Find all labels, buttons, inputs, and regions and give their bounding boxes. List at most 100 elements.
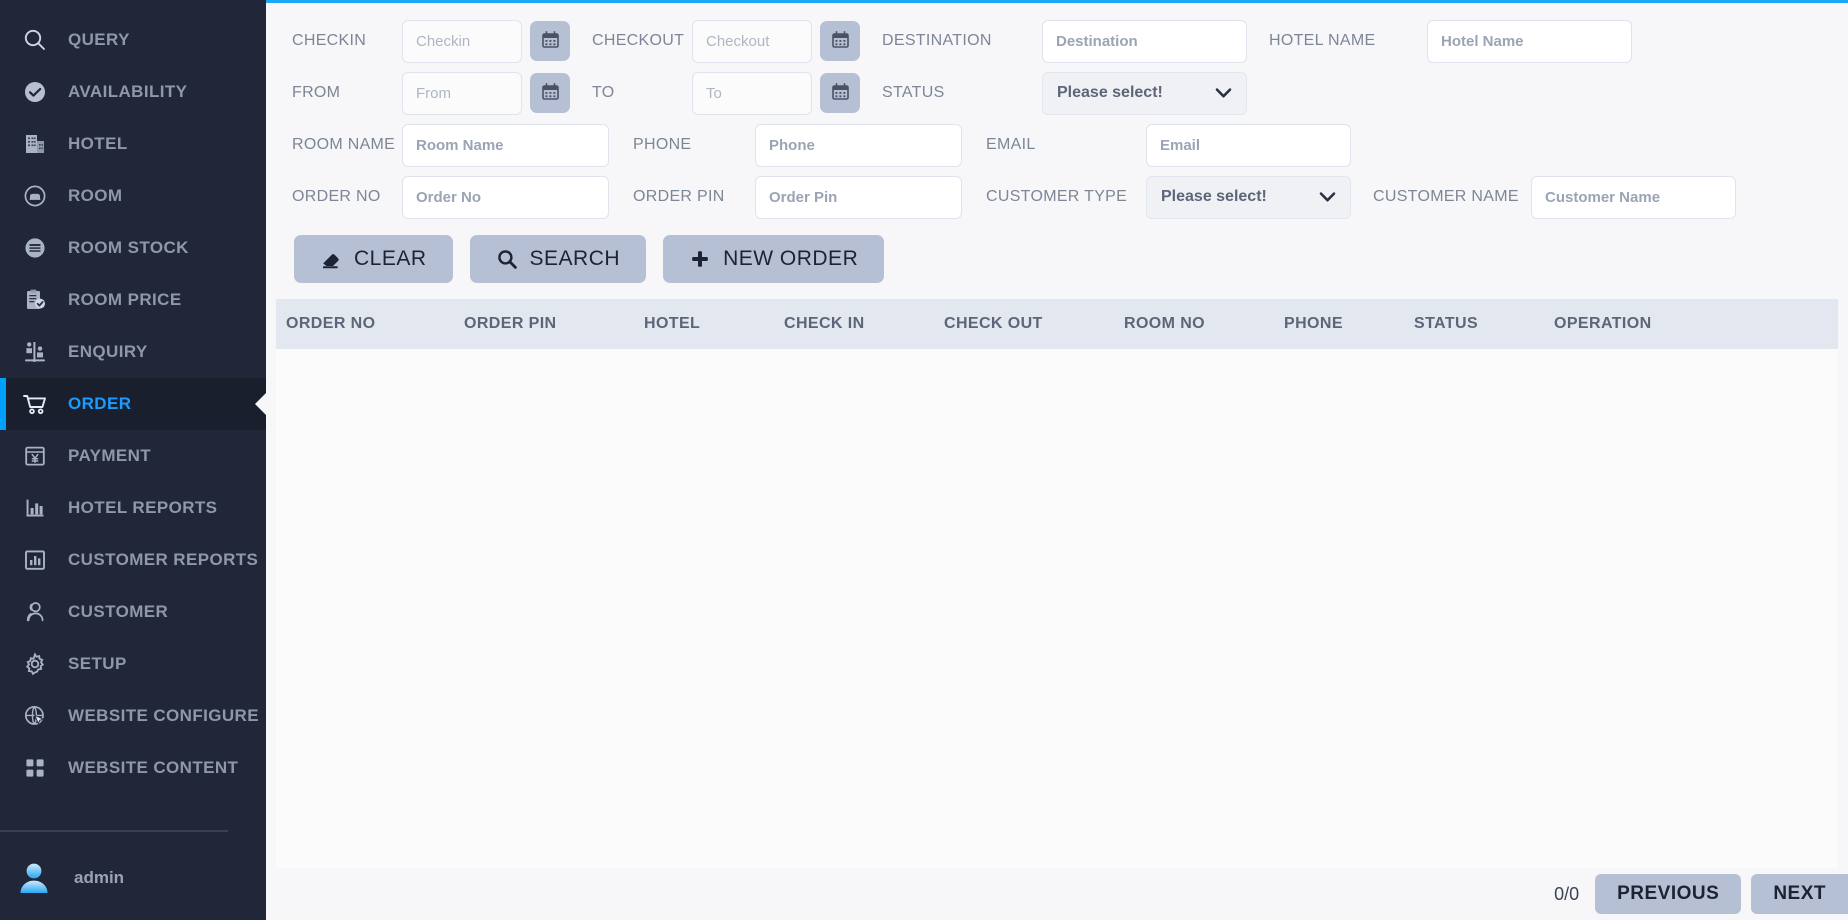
sidebar-item-label: HOTEL bbox=[68, 134, 128, 153]
orders-table-section: ORDER NO ORDER PIN HOTEL CHECK IN CHECK … bbox=[266, 299, 1848, 868]
chevron-down-icon bbox=[1319, 191, 1336, 203]
to-input[interactable] bbox=[692, 71, 812, 115]
order-filter-panel: CHECKIN CHECKOUT DESTINATION HOTEL NAME bbox=[266, 3, 1848, 299]
destination-input[interactable] bbox=[1042, 19, 1247, 63]
sidebar-item-label: ROOM PRICE bbox=[68, 290, 182, 309]
gear-icon bbox=[18, 647, 52, 681]
sidebar-item-hotel[interactable]: HOTEL bbox=[0, 118, 266, 170]
search-icon bbox=[496, 248, 518, 270]
orders-table-head: ORDER NO ORDER PIN HOTEL CHECK IN CHECK … bbox=[276, 299, 1838, 349]
sidebar-user[interactable]: admin bbox=[0, 850, 266, 906]
column-header-order-no[interactable]: ORDER NO bbox=[276, 299, 456, 349]
search-icon bbox=[18, 23, 52, 57]
payment-yen-icon bbox=[18, 439, 52, 473]
sidebar-item-customer[interactable]: CUSTOMER bbox=[0, 586, 266, 638]
main-content: CHECKIN CHECKOUT DESTINATION HOTEL NAME bbox=[266, 0, 1848, 920]
sidebar-item-label: ROOM bbox=[68, 186, 123, 205]
cart-icon bbox=[18, 387, 52, 421]
checkout-input[interactable] bbox=[692, 19, 812, 63]
status-label: STATUS bbox=[882, 84, 945, 101]
sidebar-item-label: SETUP bbox=[68, 654, 127, 673]
to-calendar-button[interactable] bbox=[820, 73, 860, 113]
page-count: 0/0 bbox=[1554, 883, 1580, 904]
hotel-name-input[interactable] bbox=[1427, 19, 1632, 63]
room-name-label: ROOM NAME bbox=[292, 136, 396, 153]
sidebar-item-room-price[interactable]: ROOM PRICE bbox=[0, 274, 266, 326]
next-page-button[interactable]: NEXT bbox=[1751, 874, 1848, 914]
order-pin-input[interactable] bbox=[755, 175, 962, 219]
orders-table-empty-area bbox=[276, 349, 1838, 868]
column-header-hotel[interactable]: HOTEL bbox=[636, 299, 776, 349]
plus-icon bbox=[689, 248, 711, 270]
customer-type-select[interactable]: Please select! bbox=[1146, 175, 1351, 219]
order-pin-label: ORDER PIN bbox=[633, 188, 725, 205]
email-input[interactable] bbox=[1146, 123, 1351, 167]
clear-button[interactable]: CLEAR bbox=[294, 235, 453, 283]
column-header-check-in[interactable]: CHECK IN bbox=[776, 299, 936, 349]
to-label: TO bbox=[592, 84, 615, 101]
sidebar-item-query[interactable]: QUERY bbox=[0, 14, 266, 66]
new-order-button[interactable]: NEW ORDER bbox=[663, 235, 885, 283]
order-no-input[interactable] bbox=[402, 175, 609, 219]
sidebar-item-room-stock[interactable]: ROOM STOCK bbox=[0, 222, 266, 274]
previous-page-button[interactable]: PREVIOUS bbox=[1595, 874, 1742, 914]
phone-input[interactable] bbox=[755, 123, 962, 167]
calendar-icon bbox=[831, 30, 850, 52]
sidebar-item-label: WEBSITE CONFIGURE bbox=[68, 706, 259, 725]
sidebar-item-customer-reports[interactable]: CUSTOMER REPORTS bbox=[0, 534, 266, 586]
column-header-operation[interactable]: OPERATION bbox=[1546, 299, 1838, 349]
sidebar-item-hotel-reports[interactable]: HOTEL REPORTS bbox=[0, 482, 266, 534]
sidebar-item-label: AVAILABILITY bbox=[68, 82, 188, 101]
new-order-button-label: NEW ORDER bbox=[723, 247, 859, 270]
status-select-value: Please select! bbox=[1057, 84, 1163, 101]
sidebar-item-label: PAYMENT bbox=[68, 446, 152, 465]
order-no-label: ORDER NO bbox=[292, 188, 381, 205]
avatar-icon bbox=[14, 858, 54, 898]
enquiry-icon bbox=[18, 335, 52, 369]
customer-name-input[interactable] bbox=[1531, 175, 1736, 219]
search-button-label: SEARCH bbox=[529, 247, 621, 270]
column-header-phone[interactable]: PHONE bbox=[1276, 299, 1406, 349]
checkin-calendar-button[interactable] bbox=[530, 21, 570, 61]
sidebar-item-setup[interactable]: SETUP bbox=[0, 638, 266, 690]
checkout-calendar-button[interactable] bbox=[820, 21, 860, 61]
sidebar-item-label: ENQUIRY bbox=[68, 342, 148, 361]
column-header-order-pin[interactable]: ORDER PIN bbox=[456, 299, 636, 349]
chevron-down-icon bbox=[1215, 87, 1232, 99]
building-icon bbox=[18, 127, 52, 161]
status-select[interactable]: Please select! bbox=[1042, 71, 1247, 115]
checkin-input[interactable] bbox=[402, 19, 522, 63]
customer-name-label: CUSTOMER NAME bbox=[1373, 188, 1519, 205]
column-header-check-out[interactable]: CHECK OUT bbox=[936, 299, 1116, 349]
chart-box-icon bbox=[18, 543, 52, 577]
destination-label: DESTINATION bbox=[882, 32, 992, 49]
orders-table: ORDER NO ORDER PIN HOTEL CHECK IN CHECK … bbox=[276, 299, 1838, 349]
sidebar-item-label: QUERY bbox=[68, 30, 130, 49]
sidebar-item-payment[interactable]: PAYMENT bbox=[0, 430, 266, 482]
sidebar-item-order[interactable]: ORDER bbox=[0, 378, 266, 430]
sidebar-item-label: ROOM STOCK bbox=[68, 238, 189, 257]
sidebar-item-website-content[interactable]: WEBSITE CONTENT bbox=[0, 742, 266, 794]
sidebar-footer: admin bbox=[0, 830, 266, 920]
pagination-bar: 0/0 PREVIOUS NEXT bbox=[266, 868, 1848, 920]
room-name-input[interactable] bbox=[402, 123, 609, 167]
sidebar-item-room[interactable]: ROOM bbox=[0, 170, 266, 222]
globe-cursor-icon bbox=[18, 699, 52, 733]
column-header-status[interactable]: STATUS bbox=[1406, 299, 1546, 349]
filter-row-3: ROOM NAME PHONE EMAIL bbox=[266, 119, 1848, 171]
sidebar-item-enquiry[interactable]: ENQUIRY bbox=[0, 326, 266, 378]
from-input[interactable] bbox=[402, 71, 522, 115]
sidebar-item-website-configure[interactable]: WEBSITE CONFIGURE bbox=[0, 690, 266, 742]
filter-row-2: FROM TO STATUS Please select! bbox=[266, 67, 1848, 119]
from-calendar-button[interactable] bbox=[530, 73, 570, 113]
filter-actions: CLEAR SEARCH NEW ORDER bbox=[266, 223, 1848, 299]
sidebar-item-availability[interactable]: AVAILABILITY bbox=[0, 66, 266, 118]
clipboard-check-icon bbox=[18, 283, 52, 317]
bar-chart-icon bbox=[18, 491, 52, 525]
users-icon bbox=[18, 595, 52, 629]
customer-type-select-value: Please select! bbox=[1161, 188, 1267, 205]
sidebar-item-label: HOTEL REPORTS bbox=[68, 498, 218, 517]
search-button[interactable]: SEARCH bbox=[469, 235, 647, 283]
column-header-room-no[interactable]: ROOM NO bbox=[1116, 299, 1276, 349]
sidebar-item-label: WEBSITE CONTENT bbox=[68, 758, 239, 777]
